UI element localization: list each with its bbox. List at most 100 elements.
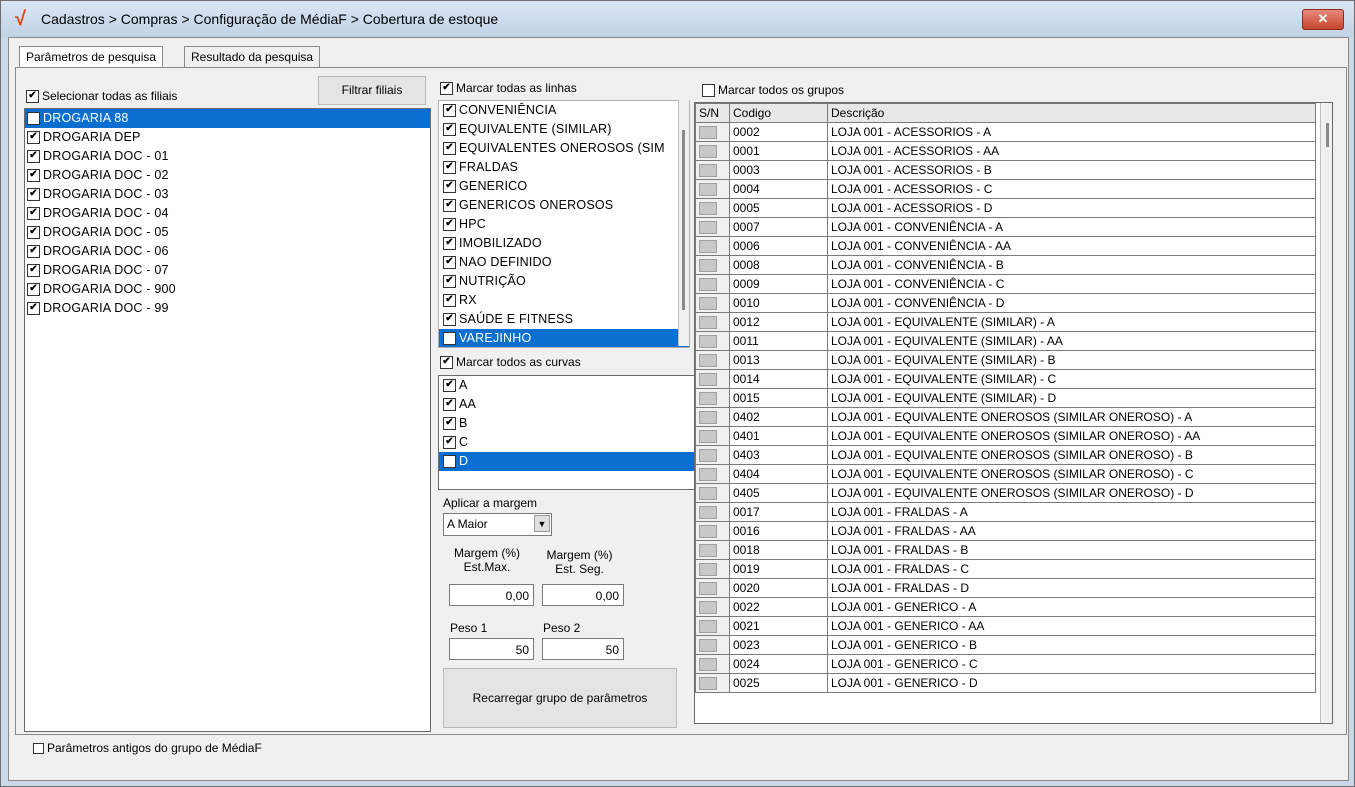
sn-cell[interactable] bbox=[695, 578, 730, 598]
checkbox-icon[interactable]: ✔ bbox=[27, 169, 40, 183]
column-header-codigo[interactable]: Codigo bbox=[729, 103, 828, 123]
table-row[interactable]: 0024 LOJA 001 - GENERICO - C bbox=[695, 654, 1316, 674]
table-row[interactable]: 0025 LOJA 001 - GENERICO - D bbox=[695, 673, 1316, 693]
tab-parametros-pesquisa[interactable]: Parâmetros de pesquisa bbox=[19, 46, 164, 67]
table-row[interactable]: 0014 LOJA 001 - EQUIVALENTE (SIMILAR) - C bbox=[695, 369, 1316, 389]
sn-toggle[interactable] bbox=[699, 202, 717, 216]
sn-cell[interactable] bbox=[695, 597, 730, 617]
checkbox-icon[interactable]: ✔ bbox=[27, 302, 40, 316]
sn-cell[interactable] bbox=[695, 141, 730, 161]
sn-toggle[interactable] bbox=[699, 677, 717, 691]
filial-item[interactable]: ✔ DROGARIA DOC - 03 bbox=[25, 185, 430, 204]
filial-item[interactable]: ✔ DROGARIA DOC - 06 bbox=[25, 242, 430, 261]
filial-item[interactable]: ✔ DROGARIA DOC - 04 bbox=[25, 204, 430, 223]
sn-cell[interactable] bbox=[695, 483, 730, 503]
table-row[interactable]: 0020 LOJA 001 - FRALDAS - D bbox=[695, 578, 1316, 598]
linha-item[interactable]: ✔ NAO DEFINIDO bbox=[439, 253, 689, 272]
table-row[interactable]: 0005 LOJA 001 - ACESSORIOS - D bbox=[695, 198, 1316, 218]
filial-item[interactable]: ✔ DROGARIA DEP bbox=[25, 128, 430, 147]
sn-toggle[interactable] bbox=[699, 601, 717, 615]
sn-cell[interactable] bbox=[695, 635, 730, 655]
chevron-down-icon[interactable]: ▼ bbox=[534, 515, 550, 532]
filial-item[interactable]: ✔ DROGARIA DOC - 01 bbox=[25, 147, 430, 166]
checkbox-icon[interactable]: ✔ bbox=[443, 161, 456, 175]
column-header-descricao[interactable]: Descrição bbox=[827, 103, 1316, 123]
scroll-thumb[interactable] bbox=[682, 130, 685, 310]
sn-cell[interactable] bbox=[695, 255, 730, 275]
checkbox-icon[interactable]: ✔ bbox=[443, 417, 456, 431]
sn-toggle[interactable] bbox=[699, 639, 717, 653]
filial-item[interactable]: ✔ DROGARIA 88 bbox=[25, 109, 430, 128]
filial-item[interactable]: ✔ DROGARIA DOC - 07 bbox=[25, 261, 430, 280]
table-row[interactable]: 0404 LOJA 001 - EQUIVALENTE ONEROSOS (SIM… bbox=[695, 464, 1316, 484]
filial-item[interactable]: ✔ DROGARIA DOC - 900 bbox=[25, 280, 430, 299]
linha-item[interactable]: ✔ EQUIVALENTES ONEROSOS (SIM bbox=[439, 139, 689, 158]
table-row[interactable]: 0006 LOJA 001 - CONVENIÊNCIA - AA bbox=[695, 236, 1316, 256]
sn-toggle[interactable] bbox=[699, 240, 717, 254]
checkbox-icon[interactable]: ✔ bbox=[27, 226, 40, 240]
checkbox-icon[interactable]: ✔ bbox=[443, 180, 456, 194]
sn-cell[interactable] bbox=[695, 654, 730, 674]
checkbox-icon[interactable]: ✔ bbox=[27, 112, 40, 126]
checkbox-icon[interactable]: ✔ bbox=[443, 199, 456, 213]
sn-toggle[interactable] bbox=[699, 297, 717, 311]
scroll-thumb[interactable] bbox=[1326, 123, 1329, 147]
checkbox-icon[interactable]: ✔ bbox=[443, 332, 456, 346]
sn-toggle[interactable] bbox=[699, 183, 717, 197]
mark-all-grupos-checkbox[interactable]: Marcar todos os grupos bbox=[702, 83, 844, 98]
sn-toggle[interactable] bbox=[699, 316, 717, 330]
sn-toggle[interactable] bbox=[699, 449, 717, 463]
checkbox-icon[interactable]: ✔ bbox=[443, 218, 456, 232]
sn-cell[interactable] bbox=[695, 445, 730, 465]
checkbox-icon[interactable]: ✔ bbox=[443, 256, 456, 270]
sn-toggle[interactable] bbox=[699, 563, 717, 577]
sn-cell[interactable] bbox=[695, 331, 730, 351]
table-row[interactable]: 0003 LOJA 001 - ACESSORIOS - B bbox=[695, 160, 1316, 180]
checkbox-icon[interactable]: ✔ bbox=[27, 245, 40, 259]
grid-scrollbar[interactable] bbox=[1320, 103, 1332, 723]
curvas-list[interactable]: ✔ A ✔ AA ✔ B ✔ C ✔ D bbox=[438, 375, 699, 490]
sn-toggle[interactable] bbox=[699, 145, 717, 159]
table-row[interactable]: 0007 LOJA 001 - CONVENIÊNCIA - A bbox=[695, 217, 1316, 237]
sn-toggle[interactable] bbox=[699, 259, 717, 273]
filial-item[interactable]: ✔ DROGARIA DOC - 05 bbox=[25, 223, 430, 242]
sn-cell[interactable] bbox=[695, 179, 730, 199]
table-row[interactable]: 0013 LOJA 001 - EQUIVALENTE (SIMILAR) - B bbox=[695, 350, 1316, 370]
table-row[interactable]: 0004 LOJA 001 - ACESSORIOS - C bbox=[695, 179, 1316, 199]
linha-item[interactable]: ✔ SAÚDE E FITNESS bbox=[439, 310, 689, 329]
reload-params-button[interactable]: Recarregar grupo de parâmetros bbox=[443, 668, 677, 728]
linha-item[interactable]: ✔ VAREJINHO bbox=[439, 329, 689, 347]
table-row[interactable]: 0008 LOJA 001 - CONVENIÊNCIA - B bbox=[695, 255, 1316, 275]
curva-item[interactable]: ✔ AA bbox=[439, 395, 698, 414]
table-row[interactable]: 0018 LOJA 001 - FRALDAS - B bbox=[695, 540, 1316, 560]
table-row[interactable]: 0405 LOJA 001 - EQUIVALENTE ONEROSOS (SIM… bbox=[695, 483, 1316, 503]
checkbox-icon[interactable]: ✔ bbox=[27, 150, 40, 164]
sn-toggle[interactable] bbox=[699, 620, 717, 634]
sn-cell[interactable] bbox=[695, 198, 730, 218]
sn-toggle[interactable] bbox=[699, 430, 717, 444]
sn-cell[interactable] bbox=[695, 369, 730, 389]
curva-item[interactable]: ✔ C bbox=[439, 433, 698, 452]
linhas-scrollbar[interactable] bbox=[678, 100, 689, 346]
sn-cell[interactable] bbox=[695, 673, 730, 693]
table-row[interactable]: 0001 LOJA 001 - ACESSORIOS - AA bbox=[695, 141, 1316, 161]
table-row[interactable]: 0011 LOJA 001 - EQUIVALENTE (SIMILAR) - A… bbox=[695, 331, 1316, 351]
table-row[interactable]: 0022 LOJA 001 - GENERICO - A bbox=[695, 597, 1316, 617]
curva-item[interactable]: ✔ A bbox=[439, 376, 698, 395]
sn-toggle[interactable] bbox=[699, 354, 717, 368]
sn-toggle[interactable] bbox=[699, 335, 717, 349]
checkbox-icon[interactable]: ✔ bbox=[27, 188, 40, 202]
filial-item[interactable]: ✔ DROGARIA DOC - 02 bbox=[25, 166, 430, 185]
table-row[interactable]: 0402 LOJA 001 - EQUIVALENTE ONEROSOS (SIM… bbox=[695, 407, 1316, 427]
sn-cell[interactable] bbox=[695, 540, 730, 560]
sn-cell[interactable] bbox=[695, 217, 730, 237]
apply-margin-select[interactable]: A Maior ▼ bbox=[443, 513, 552, 536]
checkbox-icon[interactable]: ✔ bbox=[443, 275, 456, 289]
table-row[interactable]: 0401 LOJA 001 - EQUIVALENTE ONEROSOS (SIM… bbox=[695, 426, 1316, 446]
checkbox-icon[interactable]: ✔ bbox=[443, 313, 456, 327]
close-button[interactable]: ✕ bbox=[1302, 9, 1344, 30]
sn-cell[interactable] bbox=[695, 236, 730, 256]
sn-toggle[interactable] bbox=[699, 392, 717, 406]
sn-cell[interactable] bbox=[695, 160, 730, 180]
linhas-list[interactable]: ✔ CONVENIÊNCIA ✔ EQUIVALENTE (SIMILAR) ✔ EQUI… bbox=[438, 100, 690, 348]
